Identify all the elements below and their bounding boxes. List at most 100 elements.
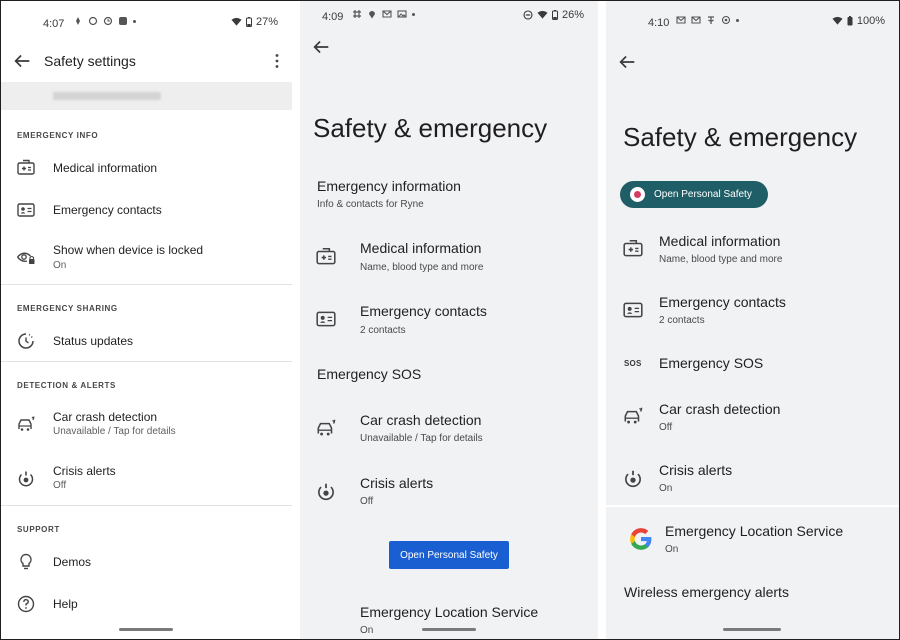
medical-id-icon xyxy=(316,247,336,265)
item-title: Medical information xyxy=(53,161,158,175)
notification-icons xyxy=(73,16,136,26)
wifi-icon xyxy=(231,17,242,26)
section-divider xyxy=(1,505,292,506)
medical-information-item[interactable]: Medical information xyxy=(1,151,292,185)
personal-safety-icon xyxy=(630,187,645,202)
car-crash-icon xyxy=(624,407,643,424)
medical-information-item[interactable]: Medical information Name, blood type and… xyxy=(300,235,598,281)
item-subtitle: On xyxy=(360,625,374,636)
safety-emergency-screen: 4:09 26% Safety & emergency Emergency in… xyxy=(300,1,598,639)
emergency-contacts-item[interactable]: Emergency contacts xyxy=(1,193,292,227)
crisis-alert-icon xyxy=(318,483,334,501)
gesture-nav-handle[interactable] xyxy=(119,628,173,631)
item-subtitle: On xyxy=(659,483,673,494)
battery-icon xyxy=(245,17,252,27)
notification-icons xyxy=(676,15,739,25)
item-subtitle: Unavailable / Tap for details xyxy=(360,433,483,444)
battery-percent: 100% xyxy=(856,15,885,27)
emergency-location-service-item[interactable]: Emergency Location Service On xyxy=(606,517,899,563)
demos-item[interactable]: Demos xyxy=(1,545,292,579)
car-crash-icon xyxy=(317,419,336,436)
more-notifications-dot xyxy=(133,19,136,23)
car-crash-detection-item[interactable]: Car crash detection Off xyxy=(606,395,899,441)
wireless-emergency-alerts-item[interactable]: Wireless emergency alerts xyxy=(606,577,899,611)
item-subtitle: Off xyxy=(659,422,673,433)
news-icon xyxy=(708,16,714,24)
back-arrow-icon[interactable] xyxy=(310,36,332,58)
medical-id-icon xyxy=(623,239,643,257)
emergency-sos-heading[interactable]: Emergency SOS xyxy=(317,366,421,382)
section-support: SUPPORT xyxy=(17,525,60,534)
contact-card-icon xyxy=(17,203,35,217)
slack-icon xyxy=(353,10,361,18)
pinwheel-icon xyxy=(76,17,80,25)
google-g-icon xyxy=(630,528,652,550)
crisis-alerts-item[interactable]: Crisis alerts Off xyxy=(1,457,292,501)
back-arrow-icon[interactable] xyxy=(11,50,33,72)
item-title: Wireless emergency alerts xyxy=(624,584,789,600)
crisis-alerts-item[interactable]: Crisis alerts Off xyxy=(300,469,598,515)
crisis-alert-icon xyxy=(625,470,641,488)
do-not-disturb-icon xyxy=(523,10,533,20)
status-time: 4:09 xyxy=(322,11,344,23)
item-title: Car crash detection xyxy=(659,401,781,417)
open-personal-safety-button[interactable]: Open Personal Safety xyxy=(389,541,509,569)
item-title: Crisis alerts xyxy=(53,464,116,478)
status-time: 4:10 xyxy=(648,17,670,29)
medical-id-icon xyxy=(17,159,35,175)
car-crash-detection-item[interactable]: Car crash detection Unavailable / Tap fo… xyxy=(1,403,292,447)
help-item[interactable]: Help xyxy=(1,587,292,621)
emergency-sos-item[interactable]: SOS Emergency SOS xyxy=(606,349,899,381)
emergency-location-service-item[interactable]: Emergency Location Service On xyxy=(300,599,598,639)
screen-gap xyxy=(598,1,606,639)
item-subtitle: Info & contacts for Ryne xyxy=(317,199,424,210)
lightbulb-icon xyxy=(20,553,32,570)
target-icon xyxy=(721,15,731,25)
section-detection-alerts: DETECTION & ALERTS xyxy=(17,381,116,390)
page-title: Safety & emergency xyxy=(623,122,858,152)
item-subtitle: Off xyxy=(360,496,374,507)
status-bar: 4:09 26% xyxy=(300,1,598,45)
item-subtitle: 2 contacts xyxy=(659,315,705,326)
contact-card-icon xyxy=(623,302,643,318)
status-bar: 4:10 100% xyxy=(606,1,899,45)
sync-icon xyxy=(103,16,113,26)
safety-emergency-screen-alt: 4:10 100% Safety & emergency Open Person… xyxy=(606,1,899,639)
app-icon xyxy=(119,17,127,25)
page-title: Safety settings xyxy=(44,53,136,69)
open-personal-safety-chip[interactable]: Open Personal Safety xyxy=(620,181,768,208)
wifi-icon xyxy=(537,10,548,19)
blurred-account-name xyxy=(53,92,161,100)
more-vert-icon[interactable] xyxy=(274,53,280,69)
page-title: Safety & emergency xyxy=(313,113,548,143)
item-title: Emergency SOS xyxy=(659,355,764,371)
item-title: Emergency contacts xyxy=(659,294,786,310)
medical-information-item[interactable]: Medical information Name, blood type and… xyxy=(606,227,899,273)
status-right: 100% xyxy=(832,15,885,27)
gmail-icon xyxy=(676,16,686,24)
emergency-contacts-item[interactable]: Emergency contacts 2 contacts xyxy=(606,288,899,334)
item-title: Car crash detection xyxy=(360,412,482,428)
account-bar xyxy=(1,82,292,110)
emergency-information-item[interactable]: Emergency information Info & contacts fo… xyxy=(300,173,598,219)
item-title: Emergency Location Service xyxy=(665,523,844,539)
section-divider xyxy=(1,284,292,285)
gesture-nav-handle[interactable] xyxy=(422,628,476,631)
back-arrow-icon[interactable] xyxy=(616,51,638,73)
status-right: 26% xyxy=(523,9,584,21)
item-subtitle: Unavailable / Tap for details xyxy=(53,426,176,437)
battery-percent: 27% xyxy=(255,16,278,28)
location-icon xyxy=(369,11,375,19)
gesture-nav-handle[interactable] xyxy=(723,628,781,631)
help-circle-icon xyxy=(17,595,35,613)
crisis-alerts-item[interactable]: Crisis alerts On xyxy=(606,456,899,502)
gmail-icon xyxy=(382,10,392,18)
chip-label: Open Personal Safety xyxy=(654,189,752,200)
item-title: Status updates xyxy=(53,334,134,348)
item-title: Emergency Location Service xyxy=(360,604,539,620)
show-when-locked-item[interactable]: Show when device is locked On xyxy=(1,235,292,277)
status-updates-item[interactable]: Status updates xyxy=(1,323,292,359)
car-crash-detection-item[interactable]: Car crash detection Unavailable / Tap fo… xyxy=(300,405,598,451)
item-title: Medical information xyxy=(360,240,482,256)
emergency-contacts-item[interactable]: Emergency contacts 2 contacts xyxy=(300,297,598,343)
